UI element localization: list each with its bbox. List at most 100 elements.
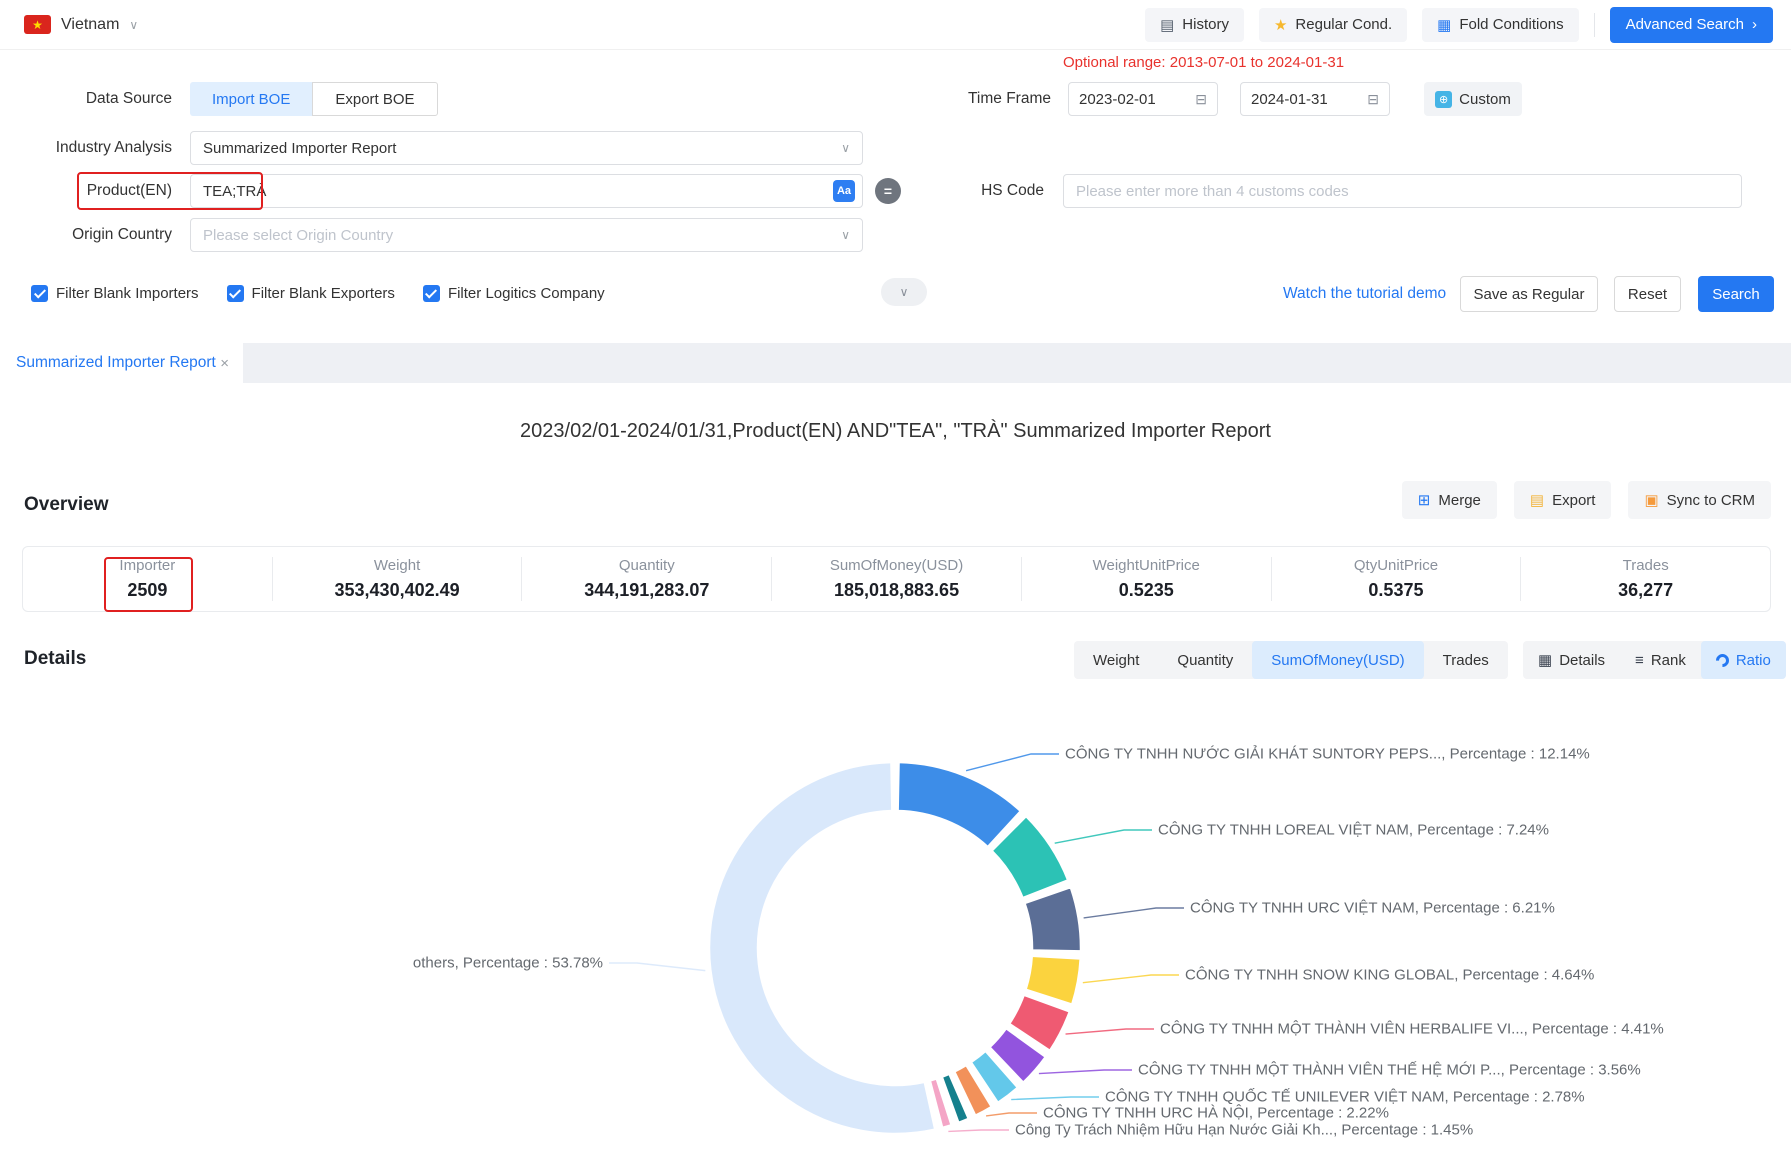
metric-tab-quantity[interactable]: Quantity (1158, 641, 1252, 679)
pie-label: others, Percentage : 53.78% (413, 955, 603, 972)
country-name: Vietnam (61, 16, 119, 34)
advanced-search-button[interactable]: Advanced Search › (1610, 7, 1773, 43)
filter-blank-importers-checkbox[interactable]: Filter Blank Importers (31, 285, 199, 302)
result-tabstrip: Summarized Importer Report × (0, 343, 1791, 383)
pie-label-line (609, 963, 705, 971)
pie-label-line (966, 754, 1059, 771)
reset-button[interactable]: Reset (1614, 276, 1681, 312)
arrow-right-icon: › (1752, 16, 1757, 33)
industry-analysis-label: Industry Analysis (0, 131, 172, 165)
header-divider (1594, 13, 1595, 37)
header-actions: ▤ History ★ Regular Cond. ▦ Fold Conditi… (1145, 7, 1773, 43)
close-icon[interactable]: × (220, 355, 229, 372)
tutorial-demo-link[interactable]: Watch the tutorial demo (1283, 278, 1446, 310)
industry-analysis-select[interactable]: Summarized Importer Report ∨ (190, 131, 863, 165)
pie-slice[interactable] (898, 762, 1021, 847)
stat-qty-unit-price: QtyUnitPrice 0.5375 (1272, 557, 1522, 601)
pie-label-line (1039, 1070, 1132, 1074)
tab-summarized-importer-report[interactable]: Summarized Importer Report × (0, 343, 243, 383)
pie-label: CÔNG TY TNHH NƯỚC GIẢI KHÁT SUNTORY PEPS… (1065, 746, 1590, 763)
country-selector[interactable]: ★ Vietnam ∨ (24, 15, 138, 34)
pie-label: CÔNG TY TNHH URC HÀ NỘI, Percentage : 2.… (1043, 1105, 1389, 1122)
data-source-label: Data Source (0, 82, 172, 116)
stat-sum-of-money: SumOfMoney(USD) 185,018,883.65 (772, 557, 1022, 601)
optional-range-note: Optional range: 2013-07-01 to 2024-01-31 (1063, 54, 1344, 71)
view-tab-details[interactable]: ▦ Details (1523, 641, 1620, 679)
chevron-down-icon: ∨ (841, 141, 850, 155)
stat-weight: Weight 353,430,402.49 (273, 557, 523, 601)
export-boe-tab[interactable]: Export BOE (312, 82, 437, 116)
overview-heading: Overview (24, 494, 109, 516)
pie-label: Công Ty Trách Nhiệm Hữu Hạn Nước Giải Kh… (1015, 1122, 1473, 1139)
stat-quantity: Quantity 344,191,283.07 (522, 557, 772, 601)
filter-blank-exporters-checkbox[interactable]: Filter Blank Exporters (227, 285, 395, 302)
pie-label: CÔNG TY TNHH QUỐC TẾ UNILEVER VIỆT NAM, … (1105, 1089, 1585, 1106)
data-source-toggle: Import BOE Export BOE (190, 82, 438, 116)
custom-range-button[interactable]: ⊕ Custom (1424, 82, 1522, 116)
import-boe-tab[interactable]: Import BOE (190, 82, 312, 116)
pie-slice[interactable] (1024, 887, 1081, 951)
hs-code-label: HS Code (879, 174, 1044, 208)
sync-to-crm-button[interactable]: ▣ Sync to CRM (1628, 481, 1771, 519)
filter-logistics-checkbox[interactable]: Filter Logitics Company (423, 285, 605, 302)
date-start-input[interactable]: 2023-02-01 ⊟ (1068, 82, 1218, 116)
pie-label-line (1055, 830, 1152, 843)
table-icon: ▦ (1538, 651, 1552, 669)
history-icon: ▤ (1160, 16, 1174, 34)
checkbox-checked-icon (423, 285, 440, 302)
calendar-icon: ⊟ (1195, 91, 1207, 108)
stat-weight-unit-price: WeightUnitPrice 0.5235 (1022, 557, 1272, 601)
vietnam-flag-icon: ★ (24, 15, 51, 34)
history-button[interactable]: ▤ History (1145, 8, 1244, 42)
metric-toggle-group: Weight Quantity SumOfMoney(USD) Trades (1074, 641, 1508, 679)
star-icon: ★ (1274, 16, 1287, 34)
sync-icon: ▣ (1644, 491, 1658, 509)
fold-icon: ▦ (1437, 16, 1451, 34)
pie-label-line (1083, 975, 1179, 983)
top-header: ★ Vietnam ∨ ▤ History ★ Regular Cond. ▦ … (0, 0, 1791, 50)
stat-trades: Trades 36,277 (1521, 557, 1770, 601)
view-toggle-group: ▦ Details ≡ Rank Ratio (1523, 641, 1786, 679)
product-en-label: Product(EN) (0, 174, 172, 208)
origin-country-label: Origin Country (0, 218, 172, 252)
hs-code-input[interactable]: Please enter more than 4 customs codes (1063, 174, 1742, 208)
importer-ratio-donut-chart: CÔNG TY TNHH NƯỚC GIẢI KHÁT SUNTORY PEPS… (0, 690, 1791, 1162)
pie-label: CÔNG TY TNHH LOREAL VIỆT NAM, Percentage… (1158, 822, 1549, 839)
report-title: 2023/02/01-2024/01/31,Product(EN) AND"TE… (0, 420, 1791, 443)
origin-country-select[interactable]: Please select Origin Country ∨ (190, 218, 863, 252)
translate-icon[interactable]: Aa (833, 180, 855, 202)
trade-data-app: ★ Vietnam ∨ ▤ History ★ Regular Cond. ▦ … (0, 0, 1791, 1162)
date-end-input[interactable]: 2024-01-31 ⊟ (1240, 82, 1390, 116)
metric-tab-sum-of-money[interactable]: SumOfMoney(USD) (1252, 641, 1423, 679)
metric-tab-weight[interactable]: Weight (1074, 641, 1158, 679)
search-button[interactable]: Search (1698, 276, 1774, 312)
overview-stats-card: Importer 2509 Weight 353,430,402.49 Quan… (22, 546, 1771, 612)
pie-label-line (1011, 1097, 1099, 1100)
collapse-form-button[interactable]: ∨ (881, 278, 927, 306)
view-tab-ratio[interactable]: Ratio (1701, 641, 1786, 679)
regular-cond-button[interactable]: ★ Regular Cond. (1259, 8, 1407, 42)
pie-label-line (948, 1130, 1009, 1131)
merge-button[interactable]: ⊞ Merge (1402, 481, 1497, 519)
calendar-icon: ⊟ (1367, 91, 1379, 108)
product-en-input[interactable]: TEA;TRÀ (190, 174, 863, 208)
pie-label: CÔNG TY TNHH MỘT THÀNH VIÊN THẾ HỆ MỚI P… (1138, 1062, 1641, 1079)
search-form: Optional range: 2013-07-01 to 2024-01-31… (0, 50, 1791, 343)
chevron-down-icon: ∨ (129, 18, 138, 32)
fold-conditions-button[interactable]: ▦ Fold Conditions (1422, 8, 1578, 42)
details-heading: Details (24, 648, 86, 670)
pie-label: CÔNG TY TNHH URC VIỆT NAM, Percentage : … (1190, 900, 1555, 917)
export-button[interactable]: ▤ Export (1514, 481, 1612, 519)
pie-slice[interactable] (709, 762, 935, 1134)
pie-label: CÔNG TY TNHH MỘT THÀNH VIÊN HERBALIFE VI… (1160, 1021, 1664, 1038)
time-frame-label: Time Frame (879, 82, 1051, 116)
view-tab-rank[interactable]: ≡ Rank (1620, 641, 1701, 679)
metric-tab-trades[interactable]: Trades (1424, 641, 1508, 679)
checkbox-checked-icon (227, 285, 244, 302)
merge-icon: ⊞ (1418, 491, 1431, 509)
export-icon: ▤ (1530, 491, 1544, 509)
stat-importer: Importer 2509 (23, 557, 273, 601)
rank-icon: ≡ (1635, 652, 1644, 669)
save-as-regular-button[interactable]: Save as Regular (1460, 276, 1598, 312)
checkbox-checked-icon (31, 285, 48, 302)
